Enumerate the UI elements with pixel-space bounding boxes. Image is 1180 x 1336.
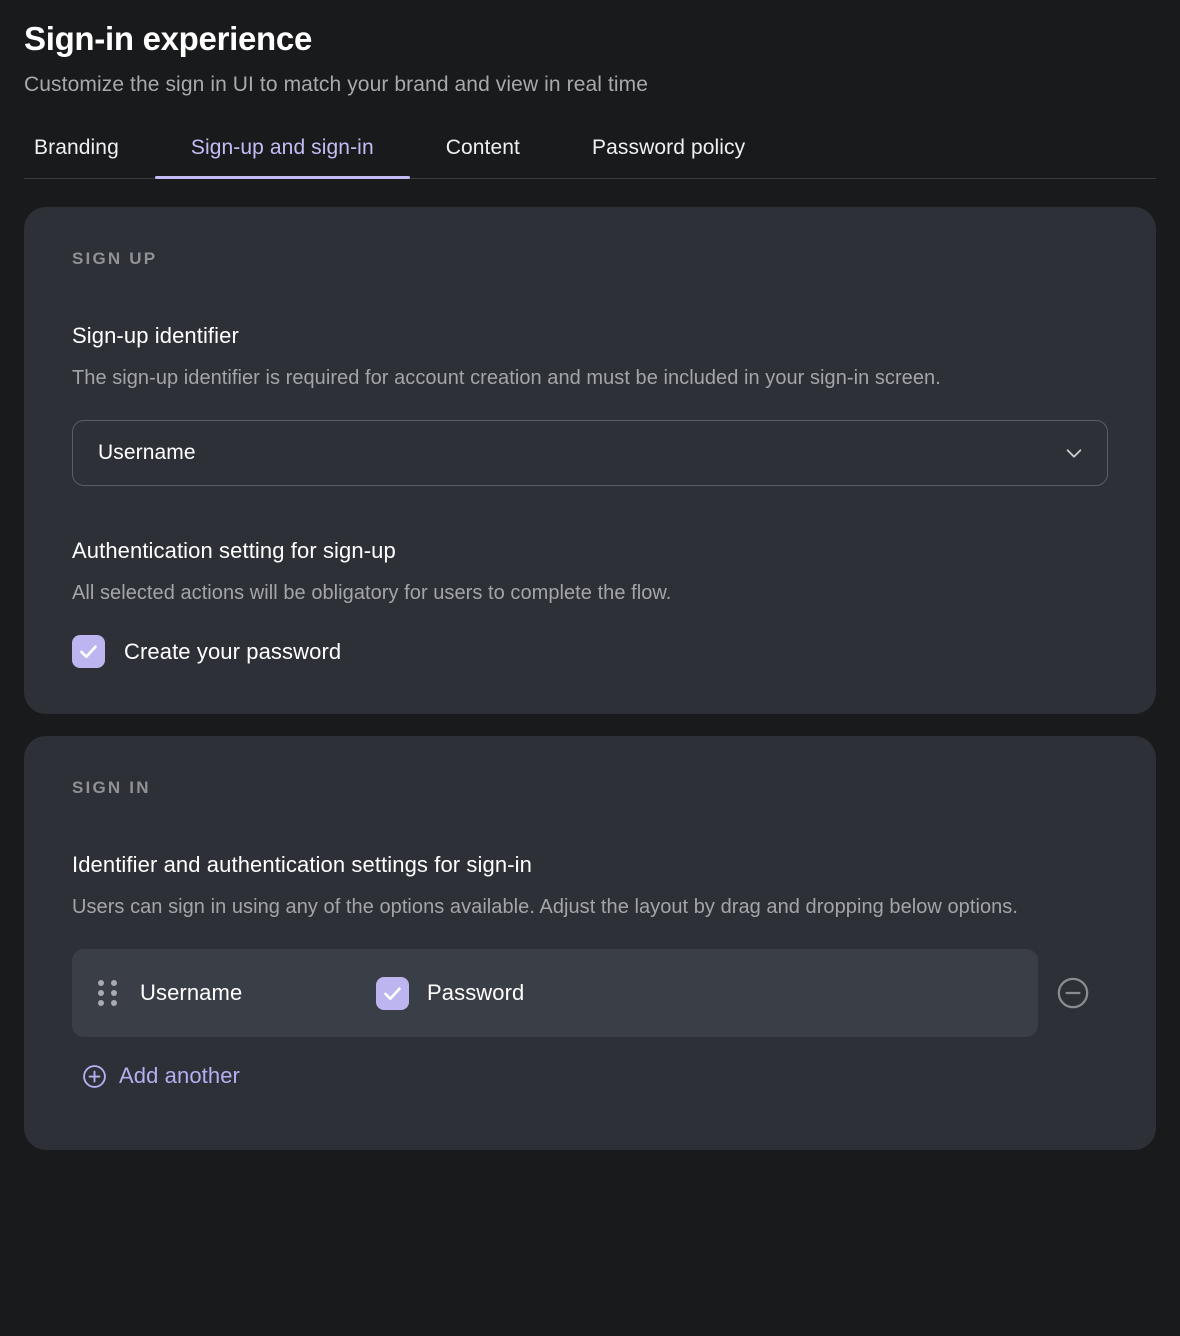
chevron-down-icon: [1063, 442, 1085, 464]
drag-handle-icon[interactable]: [98, 980, 118, 1006]
sign-up-auth-option-label: Create your password: [124, 638, 342, 664]
page-title: Sign-in experience: [24, 20, 313, 57]
sign-up-auth-title: Authentication setting for sign-up: [72, 538, 396, 563]
circle-minus-icon[interactable]: [1056, 976, 1090, 1010]
sign-up-identifier-select[interactable]: Username: [72, 420, 1108, 486]
checkbox-checked-icon[interactable]: [72, 635, 105, 668]
add-another-label: Add another: [119, 1063, 240, 1088]
sign-in-section-label: SIGN IN: [72, 778, 151, 797]
sign-up-identifier-value: Username: [98, 441, 196, 464]
tab-branding[interactable]: Branding: [24, 128, 155, 178]
sign-in-option-auth-label: Password: [427, 980, 525, 1005]
sign-up-auth-group: Authentication setting for sign-up All s…: [72, 536, 1108, 668]
sign-in-option-row[interactable]: Username Password: [72, 949, 1038, 1037]
tab-content[interactable]: Content: [410, 128, 556, 178]
circle-plus-icon: [82, 1064, 107, 1089]
checkbox-checked-icon[interactable]: [376, 976, 409, 1010]
page-header: Sign-in experience Customize the sign in…: [0, 0, 1180, 100]
sign-in-option-row-wrapper: Username Password: [72, 949, 1108, 1037]
tab-bar: Branding Sign-up and sign-in Content Pas…: [24, 128, 1156, 179]
tab-signup-and-signin[interactable]: Sign-up and sign-in: [154, 128, 410, 179]
sign-up-identifier-description: The sign-up identifier is required for a…: [72, 367, 941, 389]
sign-up-panel: SIGN UP Sign-up identifier The sign-up i…: [24, 207, 1156, 714]
sign-up-auth-description: All selected actions will be obligatory …: [72, 582, 672, 604]
sign-up-identifier-group: Sign-up identifier The sign-up identifie…: [72, 321, 1108, 486]
sign-in-panel: SIGN IN Identifier and authentication se…: [24, 736, 1156, 1150]
add-another-button[interactable]: Add another: [82, 1063, 240, 1089]
sign-in-option-auth-toggle[interactable]: Password: [376, 976, 525, 1010]
sign-in-settings-group: Identifier and authentication settings f…: [72, 850, 1108, 1094]
sign-up-identifier-title: Sign-up identifier: [72, 323, 239, 348]
sign-in-settings-description: Users can sign in using any of the optio…: [72, 896, 1018, 918]
sign-up-auth-option-create-password[interactable]: Create your password: [72, 635, 1108, 668]
tab-password-policy[interactable]: Password policy: [556, 128, 781, 178]
sign-in-option-identifier: Username: [140, 980, 243, 1005]
sign-up-section-label: SIGN UP: [72, 249, 158, 268]
page-subtitle: Customize the sign in UI to match your b…: [24, 73, 649, 96]
sign-in-settings-title: Identifier and authentication settings f…: [72, 852, 532, 877]
sign-in-experience-page: Sign-in experience Customize the sign in…: [0, 0, 1180, 1336]
